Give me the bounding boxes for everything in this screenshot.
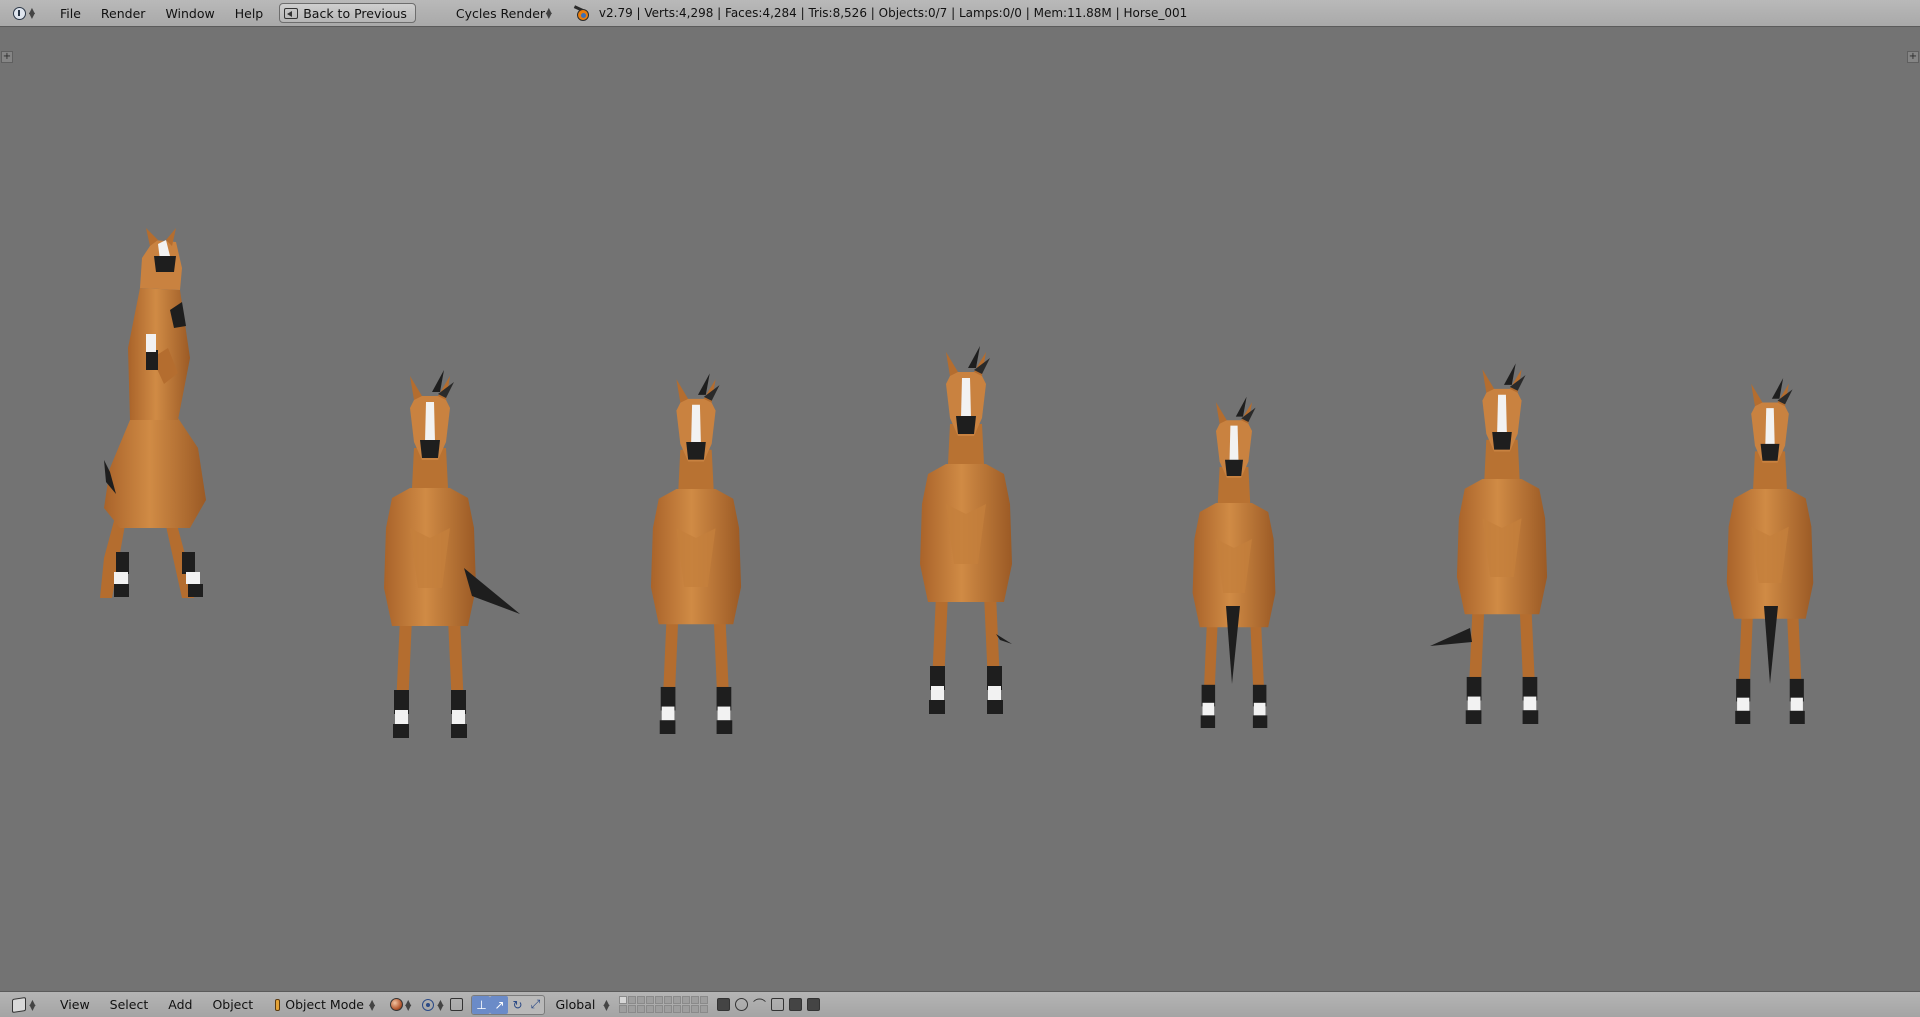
interaction-mode-select[interactable]: Object Mode ▲ ▼: [271, 995, 379, 1015]
layer-button[interactable]: [655, 996, 664, 1004]
transform-orientation-select[interactable]: Global ▲ ▼: [551, 995, 613, 1015]
lock-camera-icon[interactable]: [714, 996, 732, 1014]
updown-arrows-icon: ▲ ▼: [28, 6, 36, 20]
horse-3[interactable]: [650, 373, 742, 734]
updown-arrows-icon: ▲ ▼: [603, 997, 610, 1012]
horse-4[interactable]: [920, 346, 1012, 714]
updown-arrows-icon: ▲ ▼: [29, 997, 36, 1012]
updown-arrows-icon: ▲ ▼: [437, 997, 444, 1012]
updown-arrows-icon: ▲ ▼: [545, 6, 552, 20]
layer-button[interactable]: [619, 996, 628, 1004]
info-header: ▲ ▼ File Render Window Help Back to Previ…: [0, 0, 1920, 27]
3d-viewport[interactable]: + +: [0, 28, 1920, 991]
object-mode-icon: [275, 998, 281, 1011]
layer-button[interactable]: [700, 996, 709, 1004]
orientation-label: Global: [555, 997, 596, 1012]
menu-object[interactable]: Object: [202, 991, 263, 1017]
layer-grid[interactable]: [619, 996, 709, 1013]
layer-button[interactable]: [646, 1005, 655, 1013]
view-menu: View Select Add Object: [50, 991, 263, 1017]
render-animation-icon[interactable]: [804, 996, 822, 1014]
blender-logo-icon: [573, 4, 591, 22]
layer-button[interactable]: [664, 1005, 673, 1013]
proportional-edit-icon[interactable]: [732, 996, 750, 1014]
main-menu: File Render Window Help: [50, 0, 273, 27]
layer-button[interactable]: [637, 996, 646, 1004]
rotate-manipulator-icon[interactable]: ↻: [508, 996, 526, 1014]
menu-view[interactable]: View: [50, 991, 100, 1017]
snap-icon[interactable]: ⌒: [750, 996, 768, 1014]
mode-label: Object Mode: [285, 997, 364, 1012]
viewport-shading-select[interactable]: ▲ ▼: [387, 995, 411, 1015]
menu-help[interactable]: Help: [225, 0, 274, 27]
layer-button[interactable]: [682, 1005, 691, 1013]
updown-arrows-icon: ▲ ▼: [369, 997, 376, 1012]
horse-7[interactable]: [1726, 378, 1814, 724]
horse-6[interactable]: [1430, 363, 1548, 724]
horse-2[interactable]: [384, 370, 520, 738]
snap-element-icon[interactable]: [447, 996, 465, 1014]
layer-button[interactable]: [664, 996, 673, 1004]
layer-button[interactable]: [655, 1005, 664, 1013]
layer-button[interactable]: [628, 1005, 637, 1013]
shading-ball-icon: [387, 996, 405, 1014]
snap-target-icon[interactable]: [768, 996, 786, 1014]
pivot-point-icon: [419, 996, 437, 1014]
editor-type-selector[interactable]: ▲ ▼: [6, 3, 42, 23]
horse-5[interactable]: [1192, 396, 1276, 728]
pivot-point-select[interactable]: ▲ ▼: [419, 995, 443, 1015]
scene-stats: v2.79 | Verts:4,298 | Faces:4,284 | Tris…: [598, 6, 1188, 20]
back-icon: [284, 7, 299, 19]
updown-arrows-icon: ▲ ▼: [405, 997, 412, 1012]
layer-button[interactable]: [637, 1005, 646, 1013]
render-engine-label: Cycles Render: [455, 5, 546, 21]
render-still-icon[interactable]: [786, 996, 804, 1014]
layer-button[interactable]: [673, 1005, 682, 1013]
horse-models: [100, 228, 1814, 738]
layer-button[interactable]: [691, 1005, 700, 1013]
horse-rearing[interactable]: [100, 228, 206, 598]
menu-select[interactable]: Select: [100, 991, 159, 1017]
back-to-previous-button[interactable]: Back to Previous: [279, 3, 416, 23]
scale-manipulator-icon[interactable]: ⤢: [526, 996, 544, 1014]
info-icon: [12, 6, 26, 20]
back-to-previous-label: Back to Previous: [303, 5, 407, 21]
layer-button[interactable]: [628, 996, 637, 1004]
3d-view-header: ▲ ▼ View Select Add Object Object Mode ▲ ▼…: [0, 991, 1920, 1017]
layer-button[interactable]: [682, 996, 691, 1004]
menu-add[interactable]: Add: [158, 991, 202, 1017]
manipulator-toggle-icon[interactable]: ⊥: [472, 995, 491, 1014]
menu-window[interactable]: Window: [155, 0, 224, 27]
manipulator-group: ⊥ ↗ ↻ ⤢: [471, 994, 546, 1015]
layer-button[interactable]: [700, 1005, 709, 1013]
render-engine-select[interactable]: Cycles Render ▲ ▼: [446, 3, 556, 23]
cube-icon: [12, 996, 27, 1013]
layer-button[interactable]: [691, 996, 700, 1004]
editor-type-selector[interactable]: ▲ ▼: [6, 995, 42, 1015]
menu-render[interactable]: Render: [91, 0, 156, 27]
translate-manipulator-icon[interactable]: ↗: [490, 995, 509, 1014]
layer-button[interactable]: [673, 996, 682, 1004]
layer-button[interactable]: [646, 996, 655, 1004]
menu-file[interactable]: File: [50, 0, 91, 27]
layer-button[interactable]: [619, 1005, 628, 1013]
